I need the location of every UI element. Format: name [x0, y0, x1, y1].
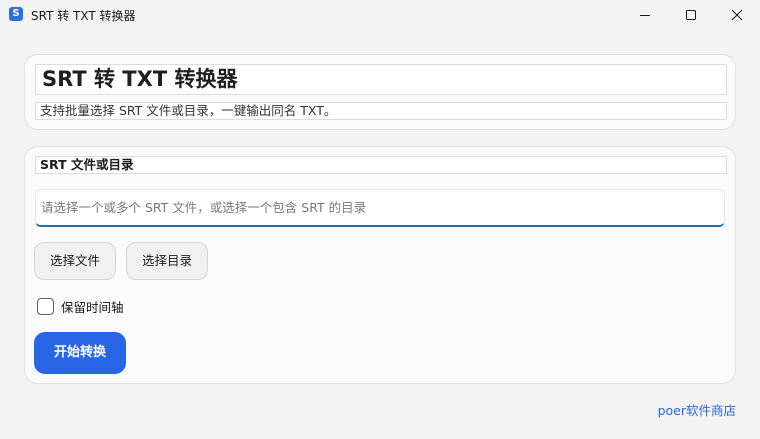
page-subtitle: 支持批量选择 SRT 文件或目录，一键输出同名 TXT。 — [35, 102, 727, 120]
maximize-button[interactable] — [668, 0, 714, 29]
maximize-icon — [686, 9, 696, 20]
store-link[interactable]: poer软件商店 — [658, 400, 736, 419]
close-button[interactable] — [714, 0, 760, 29]
app-logo-icon: S — [9, 7, 23, 21]
page-title: SRT 转 TXT 转换器 — [35, 64, 727, 95]
window-title: SRT 转 TXT 转换器 — [31, 9, 136, 23]
keep-timeline-label: 保留时间轴 — [61, 299, 124, 315]
keep-timeline-option[interactable]: 保留时间轴 — [37, 297, 124, 315]
choose-files-button[interactable]: 选择文件 — [34, 242, 116, 280]
source-section-label: SRT 文件或目录 — [35, 156, 727, 174]
minimize-icon — [640, 14, 650, 16]
keep-timeline-checkbox[interactable] — [37, 297, 54, 315]
choose-directory-button[interactable]: 选择目录 — [126, 242, 208, 280]
title-bar: S SRT 转 TXT 转换器 — [0, 0, 760, 29]
srt-path-input[interactable] — [35, 189, 725, 227]
minimize-button[interactable] — [622, 0, 668, 29]
close-icon — [731, 9, 743, 20]
source-card: SRT 文件或目录 选择文件 选择目录 保留时间轴 开始转换 — [24, 146, 736, 384]
header-card: SRT 转 TXT 转换器 支持批量选择 SRT 文件或目录，一键输出同名 TX… — [24, 54, 736, 130]
start-convert-button[interactable]: 开始转换 — [34, 332, 126, 374]
